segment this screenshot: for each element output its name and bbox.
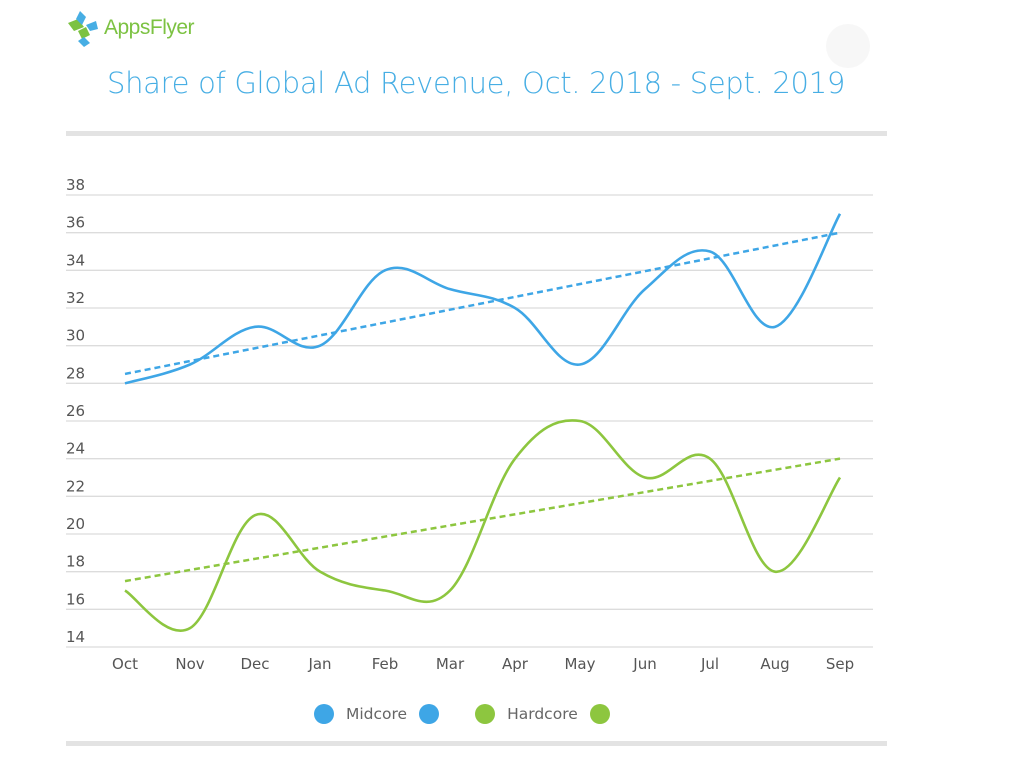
legend-marker-midcore	[419, 704, 440, 724]
x-tick-label: Aug	[760, 655, 789, 673]
y-tick-label: 18	[66, 553, 85, 571]
x-tick-label: Jul	[700, 655, 719, 673]
y-tick-label: 22	[66, 477, 85, 495]
y-axis-ticks: 14 16 18 20 22 24 26 28 30 32 34 36 38	[66, 176, 85, 646]
x-tick-label: Mar	[436, 655, 465, 673]
y-tick-label: 30	[66, 327, 85, 345]
gridlines	[66, 194, 873, 648]
legend-label-midcore: Midcore	[346, 705, 408, 723]
y-tick-label: 20	[66, 515, 85, 533]
trendline-midcore	[124, 231, 841, 376]
x-tick-label: Dec	[240, 655, 269, 673]
x-tick-label: Sep	[826, 655, 854, 673]
x-axis-ticks: Oct Nov Dec Jan Feb Mar Apr May Jun Jul Aug Sep	[112, 655, 854, 673]
trendline-hardcore	[124, 457, 841, 583]
y-tick-label: 28	[66, 364, 85, 382]
series-lines	[124, 213, 842, 632]
y-tick-label: 26	[66, 402, 85, 420]
x-tick-label: Apr	[502, 655, 529, 673]
series-line-hardcore	[124, 419, 842, 632]
legend-marker-hardcore	[589, 704, 610, 724]
y-tick-label: 24	[66, 440, 85, 458]
legend-label-hardcore: Hardcore	[507, 705, 578, 723]
x-tick-label: Feb	[372, 655, 399, 673]
y-tick-label: 38	[66, 176, 85, 194]
series-line-midcore	[124, 213, 842, 385]
line-chart: 14 16 18 20 22 24 26 28 30 32 34 36 38 Oct Nov Dec Jan F…	[66, 176, 873, 673]
y-tick-label: 34	[66, 251, 85, 269]
legend: Midcore Hardcore	[314, 704, 610, 724]
x-tick-label: Jun	[632, 655, 656, 673]
legend-marker-midcore	[314, 704, 334, 724]
y-tick-label: 14	[66, 628, 85, 646]
y-tick-label: 36	[66, 214, 85, 232]
y-tick-label: 32	[66, 289, 85, 307]
bottom-divider	[66, 741, 887, 746]
legend-marker-hardcore	[475, 704, 496, 724]
x-tick-label: Oct	[112, 655, 138, 673]
x-tick-label: May	[564, 655, 595, 673]
y-tick-label: 16	[66, 590, 85, 608]
x-tick-label: Jan	[307, 655, 331, 673]
x-tick-label: Nov	[175, 655, 204, 673]
